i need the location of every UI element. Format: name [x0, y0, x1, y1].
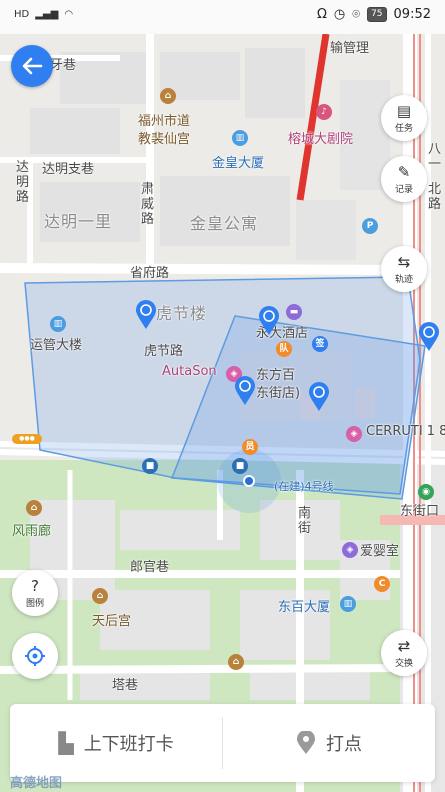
back-button[interactable]	[11, 45, 53, 87]
hotel-icon[interactable]: ▬	[286, 304, 302, 320]
map-label-langguan: 郎官巷	[130, 560, 170, 575]
location-marker-icon	[297, 731, 315, 754]
bottom-action-bar: ▙ 上下班打卡 打点	[10, 704, 435, 782]
punch-label: 打点	[326, 734, 362, 755]
bus-stop-icon[interactable]: ■	[142, 458, 158, 474]
locate-button[interactable]	[12, 633, 58, 679]
temple-icon-2[interactable]: ⌂	[92, 588, 108, 604]
map-label-bei-lu: 北路	[428, 182, 442, 212]
alarm-icon: ◷	[333, 7, 346, 22]
bus-stop-icon-2[interactable]: ■	[232, 458, 248, 474]
building-icon-2[interactable]: ▥	[340, 596, 356, 612]
punch-button[interactable]: 打点	[223, 704, 435, 782]
baby-store-icon[interactable]: ◈	[342, 542, 358, 558]
clock-in-icon: ▙	[58, 731, 74, 755]
map-label-hujie-lou: 虎节楼	[156, 304, 208, 323]
parking-icon[interactable]: P	[362, 218, 378, 234]
location-pin-1[interactable]	[135, 300, 157, 330]
map-label-fuzhou-shidao: 福州市道	[138, 114, 191, 129]
traffic-light-icon: ●●●	[12, 434, 42, 444]
map-label-dongbai: 东百大厦	[278, 600, 331, 615]
shopping-icon-2[interactable]: ◈	[346, 426, 362, 442]
status-bar: HD ▂▄▆ ◠ Ω ◷ ⌾ 75 09:52	[0, 0, 445, 34]
map-label-dongjie-dian: 东街店)	[256, 386, 301, 401]
metro-icon[interactable]: ◉	[418, 484, 434, 500]
location-status-icon: ⌾	[352, 7, 361, 22]
status-right: Ω ◷ ⌾ 75 09:52	[317, 7, 431, 22]
task-icon: ▤	[396, 101, 412, 120]
task-button-label: 任务	[394, 123, 413, 134]
swap-icon: ⇄	[397, 636, 411, 655]
map-label-ya-xiang: 牙巷	[50, 58, 77, 73]
edit-icon: ✎	[397, 162, 411, 181]
pavilion-icon[interactable]: ⌂	[26, 500, 42, 516]
map-label-bayi: 八一	[428, 142, 442, 172]
clock: 09:52	[393, 7, 431, 22]
wifi-icon: ◠	[64, 9, 74, 20]
temple-icon-3[interactable]: ⌂	[228, 654, 244, 670]
question-icon: ?	[31, 576, 39, 595]
map-label-rongcheng: 榕城大剧院	[288, 132, 354, 147]
location-pin-5[interactable]	[308, 382, 330, 412]
office-icon[interactable]: ▥	[50, 316, 66, 332]
marker-yuan[interactable]: 员	[242, 439, 258, 455]
hd-indicator: HD	[14, 9, 30, 20]
marker-c[interactable]: C	[374, 576, 390, 592]
record-button[interactable]: ✎ 记录	[381, 156, 427, 202]
location-pin-4[interactable]	[234, 376, 256, 406]
swap-button[interactable]: ⇄ 交换	[381, 630, 427, 676]
track-button-label: 轨迹	[394, 274, 413, 285]
map-label-shuyun: 输管理	[330, 41, 370, 56]
map-label-ta-xiang: 塔巷	[112, 678, 139, 693]
theater-icon[interactable]: ♪	[316, 104, 332, 120]
map-label-aiyingshi: 爱婴室	[360, 544, 400, 559]
map-label-yunguan: 运管大楼	[30, 338, 83, 353]
map-label-nan-jie: 南街	[298, 506, 312, 536]
map-label-tianhougong: 天后宫	[92, 614, 132, 629]
location-pin-3[interactable]	[418, 322, 440, 352]
arrow-left-icon	[22, 57, 43, 75]
marker-dui[interactable]: 队	[276, 341, 292, 357]
map-label-dongjie-kou: 东街口	[400, 504, 440, 519]
map-label-jinhuang-gongyu: 金皇公寓	[190, 214, 259, 233]
legend-button-label: 图例	[25, 598, 44, 609]
map-label-daming-yili: 达明一里	[44, 212, 113, 231]
battery-icon: 75	[367, 7, 387, 22]
crosshair-icon	[25, 646, 45, 666]
map-label-hujie-lu: 虎节路	[144, 344, 184, 359]
status-left: HD ▂▄▆ ◠	[14, 9, 73, 20]
map-label-jinhuang-dasha: 金皇大厦	[212, 156, 265, 171]
swap-button-label: 交换	[394, 658, 413, 669]
map-label-fengyulang: 风雨廊	[12, 524, 52, 539]
record-button-label: 记录	[394, 184, 413, 195]
signal-icon: ▂▄▆	[35, 9, 59, 20]
marker-qian[interactable]: 签	[312, 336, 328, 352]
map-label-shengfu-lu: 省府路	[130, 266, 170, 281]
map-label-dongfang: 东方百	[256, 368, 296, 383]
headset-icon: Ω	[316, 7, 327, 22]
map-label-jiaoshu: 教裴仙宫	[138, 132, 191, 147]
track-icon: ⇆	[397, 252, 411, 271]
track-button[interactable]: ⇆ 轨迹	[381, 246, 427, 292]
map-label-metro-line: (在建)4号线	[274, 480, 334, 493]
map-label-suwei-lu: 肃威路	[141, 182, 155, 227]
clock-in-label: 上下班打卡	[83, 734, 174, 755]
temple-icon[interactable]: ⌂	[160, 88, 176, 104]
task-button[interactable]: ▤ 任务	[381, 95, 427, 141]
building-icon[interactable]: ▥	[232, 130, 248, 146]
map-base	[0, 34, 445, 792]
map-label-daming-lu: 达明路	[16, 160, 30, 205]
map-label-daming-zhixiang: 达明支巷	[42, 162, 95, 177]
map-view[interactable]: 牙巷 输管理 福州市道 教裴仙宫 榕城大剧院 金皇大厦 达明支巷 达明路 达明一…	[0, 34, 445, 792]
location-pin-2[interactable]	[258, 306, 280, 336]
map-label-autason: AutaSon	[162, 364, 217, 379]
map-provider-logo: 高德地图	[10, 776, 63, 791]
map-label-cerruti: CERRUTI 1 8	[366, 424, 445, 439]
clock-in-button[interactable]: ▙ 上下班打卡	[10, 704, 222, 782]
legend-button[interactable]: ? 图例	[12, 570, 58, 616]
